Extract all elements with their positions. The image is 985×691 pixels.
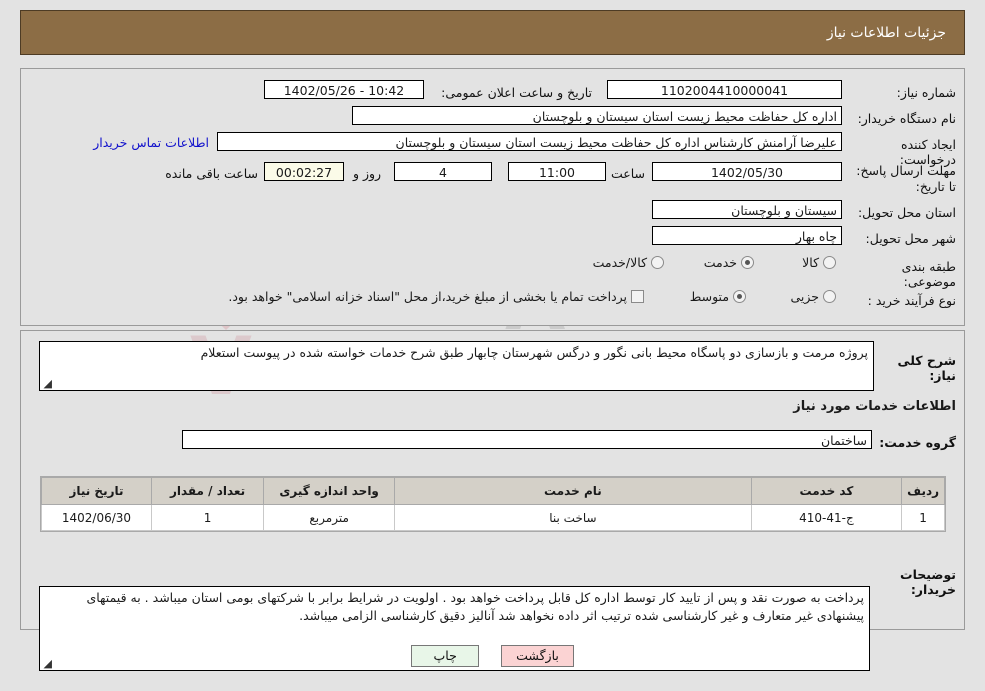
category-radio-khadamat[interactable]: خدمت (704, 255, 754, 270)
category-radio-kala-khadamat[interactable]: کالا/خدمت (593, 255, 664, 270)
deadline-time-value: 11:00 (508, 162, 606, 181)
city-label: شهر محل تحویل: (865, 231, 956, 246)
province-label: استان محل تحویل: (857, 205, 956, 220)
process-radio-jozei[interactable]: جزیی (790, 289, 836, 304)
deadline-label: مهلت ارسال پاسخ: تا تاریخ: (856, 163, 956, 194)
creator-value: علیرضا آرامنش کارشناس اداره کل حفاظت محی… (217, 132, 842, 151)
process-option-label-1: متوسط (689, 289, 730, 304)
category-radio-kala[interactable]: کالا (802, 255, 836, 270)
cell-name: ساخت بنا (394, 504, 752, 531)
th-qty: تعداد / مقدار (150, 477, 265, 505)
th-unit: واحد اندازه گیری (263, 477, 396, 505)
radio-jozei-icon[interactable] (823, 290, 836, 303)
service-group-value: ساختمان (182, 430, 872, 449)
description-label: شرح کلی نیاز: (897, 353, 956, 383)
action-buttons: بازگشت چاپ (0, 645, 985, 667)
back-button[interactable]: بازگشت (501, 645, 574, 667)
radio-kala-khadamat-icon[interactable] (651, 256, 664, 269)
resize-grip-icon[interactable]: ◢ (42, 378, 52, 389)
process-option-label-0: جزیی (790, 289, 820, 304)
buyer-org-value: اداره کل حفاظت محیط زیست استان سیستان و … (352, 106, 842, 125)
deadline-date-value: 1402/05/30 (652, 162, 842, 181)
treasury-checkbox-row[interactable]: پرداخت تمام یا بخشی از مبلغ خرید،از محل … (228, 289, 644, 304)
buyer-notes-text: پرداخت به صورت نقد و پس از تایید کار توس… (86, 590, 864, 623)
services-table-wrapper: ردیف کد خدمت نام خدمت واحد اندازه گیری ت… (40, 476, 946, 532)
th-name: نام خدمت (394, 477, 752, 505)
category-option-label-2: کالا/خدمت (592, 255, 648, 270)
treasury-checkbox-icon[interactable] (631, 290, 644, 303)
cell-code: ج-41-410 (750, 504, 903, 531)
description-textarea[interactable]: پروژه مرمت و بازسازی دو پاسگاه محیط بانی… (39, 341, 874, 391)
table-row: 1 ج-41-410 ساخت بنا مترمربع 1 1402/06/30 (41, 504, 945, 531)
cell-date: 1402/06/30 (41, 504, 152, 531)
services-section-title: اطلاعات خدمات مورد نیاز (793, 399, 956, 414)
category-option-label-1: خدمت (703, 255, 738, 270)
buyer-contact-link[interactable]: اطلاعات تماس خریدار (93, 133, 209, 150)
details-panel: شرح کلی نیاز: پروژه مرمت و بازسازی دو پا… (20, 330, 965, 671)
buyer-notes-label: توضیحات خریدار: (900, 567, 956, 597)
process-radio-motevasset[interactable]: متوسط (690, 289, 746, 304)
table-header-row: ردیف کد خدمت نام خدمت واحد اندازه گیری ت… (41, 477, 945, 505)
buyer-org-label: نام دستگاه خریدار: (857, 111, 956, 126)
radio-khadamat-icon[interactable] (741, 256, 754, 269)
treasury-checkbox-label: پرداخت تمام یا بخشی از مبلغ خرید،از محل … (228, 289, 628, 304)
need-info-panel: شماره نیاز: 1102004410000041 تاریخ و ساع… (20, 68, 965, 326)
th-date: تاریخ نیاز (41, 477, 152, 505)
province-value: سیستان و بلوچستان (652, 200, 842, 219)
category-label: طبقه بندی موضوعی: (901, 259, 956, 289)
th-row: ردیف (901, 477, 945, 505)
page-header: جزئیات اطلاعات نیاز (20, 10, 965, 55)
th-code: کد خدمت (750, 477, 903, 505)
days-label: روز و (352, 166, 382, 181)
city-value: چاه بهار (652, 226, 842, 245)
days-remaining-value: 4 (394, 162, 492, 181)
hour-label: ساعت (610, 166, 645, 181)
cell-qty: 1 (150, 504, 265, 531)
description-text: پروژه مرمت و بازسازی دو پاسگاه محیط بانی… (200, 345, 868, 360)
print-button[interactable]: چاپ (411, 645, 480, 667)
category-option-label-0: کالا (802, 255, 820, 270)
announce-value: 10:42 - 1402/05/26 (264, 80, 424, 99)
remaining-label: ساعت باقی مانده (165, 166, 258, 181)
need-number-value: 1102004410000041 (607, 80, 842, 99)
services-table: ردیف کد خدمت نام خدمت واحد اندازه گیری ت… (41, 477, 945, 531)
announce-label: تاریخ و ساعت اعلان عمومی: (441, 85, 592, 100)
cell-unit: مترمربع (263, 504, 396, 531)
service-group-label: گروه خدمت: (879, 435, 956, 450)
need-number-label: شماره نیاز: (896, 85, 956, 100)
time-remaining-value: 00:02:27 (264, 162, 344, 181)
cell-row: 1 (901, 504, 945, 531)
process-label: نوع فرآیند خرید : (867, 293, 956, 308)
radio-kala-icon[interactable] (823, 256, 836, 269)
page-title: جزئیات اطلاعات نیاز (826, 24, 946, 41)
radio-motevasset-icon[interactable] (733, 290, 746, 303)
